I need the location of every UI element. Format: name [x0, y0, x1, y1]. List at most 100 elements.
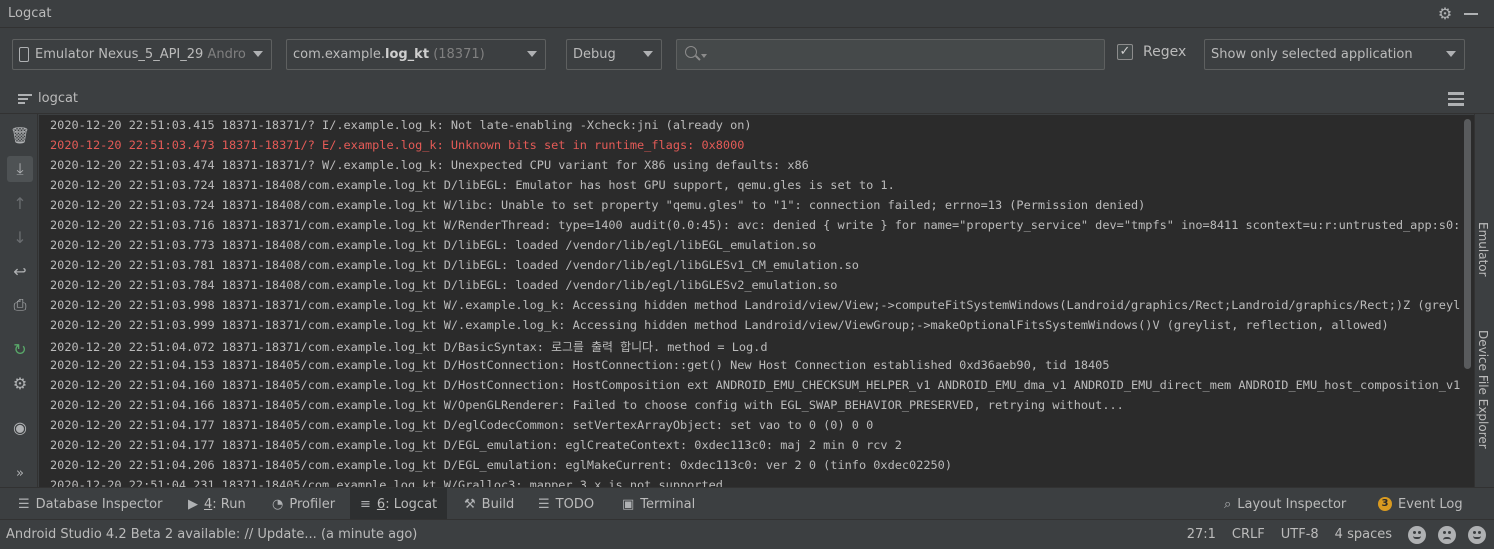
- status-bar: Android Studio 4.2 Beta 2 available: // …: [0, 519, 1494, 549]
- process-package: com.example.: [293, 47, 385, 62]
- search-icon: [685, 46, 697, 58]
- log-line: 2020-12-20 22:51:03.474 18371-18371/? W/…: [50, 158, 809, 172]
- happy-face-icon[interactable]: [1408, 525, 1426, 544]
- tab-label: Build: [481, 496, 515, 512]
- sad-face-icon[interactable]: [1438, 525, 1456, 544]
- tab-run[interactable]: ▶ 4: Run: [178, 488, 256, 520]
- log-line: 2020-12-20 22:51:03.784 18371-18408/com.…: [50, 278, 838, 292]
- tab-label: : Run: [212, 496, 246, 512]
- log-level-value: Debug: [573, 47, 616, 62]
- process-name: log_kt: [384, 47, 430, 62]
- device-suffix: Andro: [207, 47, 246, 62]
- log-line: 2020-12-20 22:51:04.231 18371-18405/com.…: [50, 478, 723, 487]
- log-line: 2020-12-20 22:51:04.206 18371-18405/com.…: [50, 458, 953, 472]
- filter-value: Show only selected application: [1211, 47, 1413, 62]
- logcat-toolbar: Emulator Nexus_5_API_29 Andro com.exampl…: [0, 28, 1494, 111]
- process-selector[interactable]: com.example.log_kt (18371): [286, 39, 546, 70]
- hammer-icon: ⚒: [464, 496, 476, 512]
- log-line: 2020-12-20 22:51:04.177 18371-18405/com.…: [50, 438, 902, 452]
- restart-icon[interactable]: ↻: [7, 336, 33, 362]
- tab-terminal[interactable]: ▣ Terminal: [612, 488, 705, 520]
- logcat-titlebar: Logcat ⚙: [0, 0, 1494, 28]
- logcat-subbar: logcat: [0, 84, 1494, 114]
- chevron-down-icon: [253, 51, 263, 57]
- search-input[interactable]: [676, 39, 1105, 70]
- chevron-down-icon: [643, 51, 653, 57]
- log-line: 2020-12-20 22:51:04.153 18371-18405/com.…: [50, 358, 1110, 372]
- tab-label: Event Log: [1398, 496, 1463, 512]
- file-encoding[interactable]: UTF-8: [1281, 527, 1319, 542]
- tab-label: Database Inspector: [35, 496, 163, 512]
- tab-profiler[interactable]: ◔ Profiler: [262, 488, 345, 520]
- regex-checkbox[interactable]: ✓: [1117, 44, 1133, 60]
- emulator-tab[interactable]: Emulator: [1476, 222, 1490, 277]
- tab-label: TODO: [555, 496, 595, 512]
- log-output[interactable]: 2020-12-20 22:51:03.415 18371-18371/? I/…: [39, 115, 1461, 487]
- log-line: 2020-12-20 22:51:03.998 18371-18371/com.…: [50, 298, 1461, 312]
- log-line: 2020-12-20 22:51:03.773 18371-18408/com.…: [50, 238, 816, 252]
- settings-icon[interactable]: ⚙: [7, 370, 33, 396]
- camera-icon[interactable]: ◉: [7, 414, 33, 440]
- log-line: 2020-12-20 22:51:03.999 18371-18371/com.…: [50, 318, 1389, 332]
- minimize-icon[interactable]: [1458, 1, 1484, 27]
- filter-selector[interactable]: Show only selected application: [1204, 39, 1465, 70]
- tab-label: : Logcat: [385, 496, 438, 512]
- profiler-icon: ◔: [272, 496, 284, 512]
- process-pid: (18371): [433, 47, 485, 62]
- regex-label: Regex: [1143, 44, 1187, 60]
- log-line: 2020-12-20 22:51:04.166 18371-18405/com.…: [50, 398, 1124, 412]
- device-name: Emulator Nexus_5_API_29: [35, 47, 204, 62]
- database-icon: ☰: [18, 496, 30, 512]
- logcat-icon: ≡: [360, 496, 371, 512]
- gear-icon[interactable]: ⚙: [1432, 1, 1458, 27]
- regex-toggle[interactable]: ✓ Regex: [1117, 44, 1186, 60]
- log-line: 2020-12-20 22:51:03.473 18371-18371/? E/…: [50, 138, 745, 152]
- tab-number: 4: [204, 496, 213, 512]
- tab-label: Terminal: [640, 496, 696, 512]
- chevron-down-icon: [1446, 51, 1456, 57]
- terminal-icon: ▣: [622, 496, 635, 512]
- log-level-selector[interactable]: Debug: [566, 39, 662, 70]
- device-icon: [19, 47, 29, 62]
- face-icon[interactable]: [1468, 525, 1486, 544]
- search-history-icon[interactable]: [701, 54, 707, 58]
- log-line: 2020-12-20 22:51:03.415 18371-18371/? I/…: [50, 118, 752, 132]
- tab-number: 6: [376, 496, 386, 512]
- bottom-tool-tabs: ☰ Database Inspector ▶ 4: Run ◔ Profiler ≡ 6…: [0, 487, 1494, 520]
- trash-icon[interactable]: 🗑: [7, 122, 33, 148]
- arrow-down-icon[interactable]: ↓: [7, 224, 33, 250]
- tab-database-inspector[interactable]: ☰ Database Inspector: [8, 488, 172, 520]
- scroll-to-end-icon[interactable]: ⤓: [7, 156, 33, 182]
- more-icon[interactable]: »: [7, 460, 33, 486]
- layout-icon[interactable]: [1448, 92, 1464, 106]
- device-selector[interactable]: Emulator Nexus_5_API_29 Andro: [12, 39, 272, 70]
- soft-wrap-icon[interactable]: ↩: [7, 258, 33, 284]
- logcat-icon: [18, 93, 32, 104]
- tab-todo[interactable]: ☰ TODO: [528, 488, 604, 520]
- tab-build[interactable]: ⚒ Build: [454, 488, 524, 520]
- line-separator[interactable]: CRLF: [1232, 527, 1265, 542]
- caret-position[interactable]: 27:1: [1187, 527, 1216, 542]
- event-log-badge: 3: [1378, 497, 1392, 511]
- scrollbar-thumb[interactable]: [1464, 119, 1471, 369]
- logcat-tab-label[interactable]: logcat: [38, 91, 78, 106]
- status-message[interactable]: Android Studio 4.2 Beta 2 available: // …: [6, 527, 1187, 542]
- tab-logcat[interactable]: ≡ 6: Logcat: [350, 488, 448, 520]
- layout-inspector-icon: ⌕: [1224, 496, 1232, 512]
- arrow-up-icon[interactable]: ↑: [7, 190, 33, 216]
- tab-layout-inspector[interactable]: ⌕ Layout Inspector: [1214, 488, 1356, 520]
- log-line: 2020-12-20 22:51:04.177 18371-18405/com.…: [50, 418, 874, 432]
- indent-setting[interactable]: 4 spaces: [1335, 527, 1392, 542]
- tab-event-log[interactable]: 3 Event Log: [1368, 488, 1473, 520]
- log-line: 2020-12-20 22:51:03.716 18371-18371/com.…: [50, 218, 1461, 232]
- log-line: 2020-12-20 22:51:03.724 18371-18408/com.…: [50, 198, 1146, 212]
- todo-icon: ☰: [538, 496, 550, 512]
- tab-label: Layout Inspector: [1237, 496, 1347, 512]
- log-line: 2020-12-20 22:51:04.072 18371-18371/com.…: [50, 340, 768, 354]
- vertical-scrollbar[interactable]: [1461, 115, 1474, 487]
- tab-label: Profiler: [289, 496, 336, 512]
- log-line: 2020-12-20 22:51:03.724 18371-18408/com.…: [50, 178, 895, 192]
- device-file-explorer-tab[interactable]: Device File Explorer: [1476, 330, 1490, 449]
- print-icon[interactable]: ⎙: [7, 292, 33, 318]
- left-toolbar: 🗑 ⤓ ↑ ↓ ↩ ⎙ ↻ ⚙ ◉ »: [0, 114, 38, 487]
